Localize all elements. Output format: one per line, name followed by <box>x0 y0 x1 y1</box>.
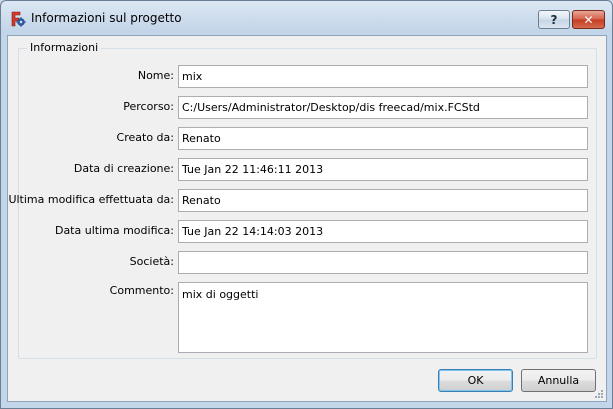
title-bar[interactable]: Informazioni sul progetto ? ✕ <box>1 1 612 35</box>
info-groupbox: Informazioni Nome: mix Percorso: C:/User… <box>8 41 597 359</box>
comment-textarea[interactable]: mix di oggetti <box>178 282 588 353</box>
groupbox-title: Informazioni <box>27 41 102 54</box>
close-button[interactable]: ✕ <box>572 10 605 29</box>
last-modified-by-field[interactable]: Renato <box>178 189 588 212</box>
created-by-label: Creato da: <box>116 131 174 144</box>
project-info-dialog: Informazioni sul progetto ? ✕ Informazio… <box>0 0 613 409</box>
created-by-field[interactable]: Renato <box>178 127 588 150</box>
window-title: Informazioni sul progetto <box>31 11 182 25</box>
resize-grip-icon[interactable] <box>594 389 604 399</box>
path-field[interactable]: C:/Users/Administrator/Desktop/dis freec… <box>178 96 588 119</box>
name-field[interactable]: mix <box>178 65 588 88</box>
company-label: Società: <box>129 255 174 268</box>
ok-button[interactable]: OK <box>438 369 513 392</box>
help-icon: ? <box>550 12 558 27</box>
name-label: Nome: <box>137 69 174 82</box>
dialog-body: Informazioni Nome: mix Percorso: C:/User… <box>7 35 607 402</box>
creation-date-field[interactable]: Tue Jan 22 11:46:11 2013 <box>178 158 588 181</box>
comment-label: Commento: <box>109 284 174 297</box>
cancel-button[interactable]: Annulla <box>521 369 596 392</box>
freecad-gear-icon <box>11 11 26 27</box>
last-modified-by-label: Ultima modifica effettuata da: <box>8 193 174 206</box>
help-button[interactable]: ? <box>538 10 570 29</box>
company-field[interactable] <box>178 251 588 274</box>
close-icon: ✕ <box>583 12 594 27</box>
path-label: Percorso: <box>123 100 174 113</box>
last-modified-date-field[interactable]: Tue Jan 22 14:14:03 2013 <box>178 220 588 243</box>
creation-date-label: Data di creazione: <box>73 162 174 175</box>
last-modified-date-label: Data ultima modifica: <box>54 224 174 237</box>
